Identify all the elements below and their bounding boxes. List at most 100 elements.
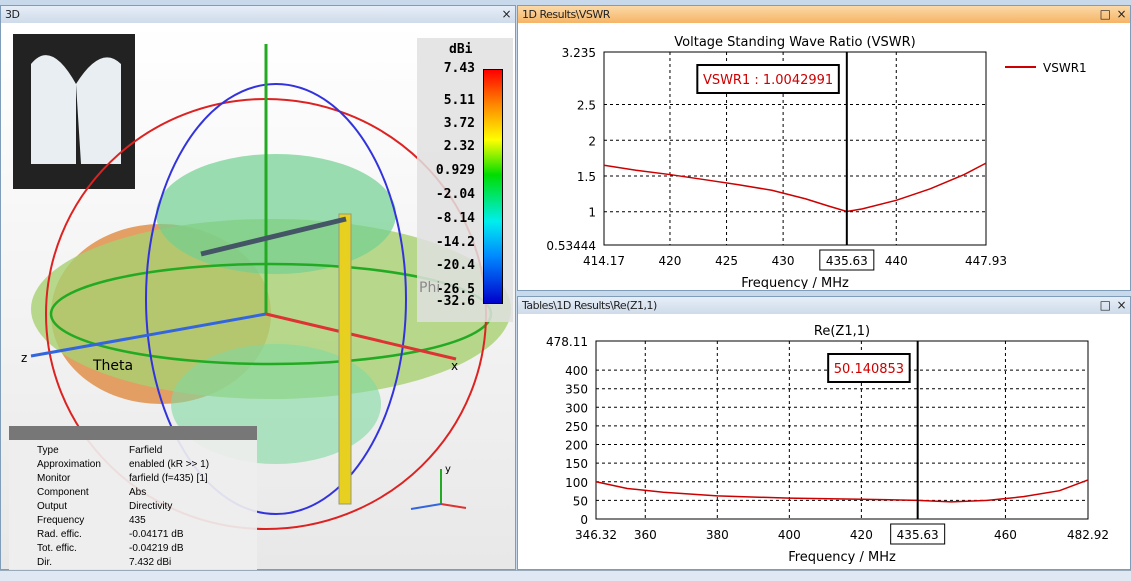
info-cell: farfield (f=435) [1] — [129, 473, 208, 484]
marker-label: 50.140853 — [834, 362, 904, 377]
farfield-info-box: Type Farfield Approximation enabled (kR >> … — [9, 426, 257, 572]
theta-label: Theta — [92, 358, 133, 374]
colorbar-tick: -20.4 — [435, 258, 475, 273]
y-tick-label: 478.11 — [546, 335, 588, 349]
info-cell: Tot. effic. — [37, 543, 77, 554]
info-cell: -0.04171 dB — [129, 529, 184, 540]
status-bar — [0, 570, 1131, 581]
panel-3d-title: 3D — [5, 8, 20, 21]
panel-3d: 3D × Theta z x y dBi 7.43 5.11 3.72 2.32 0.9… — [0, 5, 516, 572]
panel-rez-titlebar[interactable]: Tables\1D Results\Re(Z1,1) □ × — [518, 297, 1130, 314]
phi-label: Phi — [419, 280, 441, 296]
y-tick-label: 250 — [565, 420, 588, 434]
info-row: Output Directivity — [37, 500, 209, 514]
legend-label: VSWR1 — [1043, 61, 1087, 75]
z-label: z — [21, 351, 27, 365]
info-row: Frequency 435 — [37, 514, 209, 528]
info-cell: Directivity — [129, 501, 173, 512]
maximize-icon[interactable]: □ — [1100, 7, 1111, 21]
info-row: Approximation enabled (kR >> 1) — [37, 458, 209, 472]
x-tick-label: 360 — [634, 528, 657, 542]
x-tick-label: 430 — [772, 254, 795, 268]
y-tick-label: 400 — [565, 364, 588, 378]
colorbar-unit: dBi — [449, 42, 473, 57]
info-cell: Abs — [129, 487, 147, 498]
y-tick-label: 50 — [573, 494, 588, 508]
info-row: Tot. effic. -0.04219 dB — [37, 542, 209, 556]
info-row: Monitor farfield (f=435) [1] — [37, 472, 209, 486]
panel-3d-titlebar[interactable]: 3D × — [1, 6, 515, 23]
lobe-top — [156, 154, 396, 274]
y-tick-label: 1.5 — [577, 170, 596, 184]
x-tick-label: 414.17 — [583, 254, 625, 268]
chart-title: Re(Z1,1) — [814, 324, 870, 339]
x-tick-label: 400 — [778, 528, 801, 542]
3d-viewport[interactable]: Theta z x y dBi 7.43 5.11 3.72 2.32 0.929 -2.… — [1, 24, 515, 572]
y-tick-label: 300 — [565, 401, 588, 415]
info-cell: Frequency — [37, 515, 85, 526]
colorbar-gradient — [483, 69, 503, 304]
series-line-re-z1-1- — [595, 479, 1089, 503]
x-label: x — [451, 359, 458, 373]
x-tick-label: 425 — [715, 254, 738, 268]
orientation-gizmo: y — [410, 464, 467, 510]
y-tick-label: 2 — [588, 134, 596, 148]
y-tick-label: 350 — [565, 383, 588, 397]
close-icon[interactable]: × — [501, 7, 511, 21]
colorbar-tick: -2.04 — [435, 187, 475, 202]
x-tick-label: 420 — [659, 254, 682, 268]
colorbar-tick: 7.43 — [443, 61, 475, 76]
info-cell: Type — [37, 445, 59, 456]
close-icon[interactable]: × — [1116, 7, 1126, 21]
x-tick-label: 435.63 — [897, 528, 939, 542]
x-tick-label: 380 — [706, 528, 729, 542]
info-row: Rad. effic. -0.04171 dB — [37, 528, 209, 542]
rez-chart[interactable]: Re(Z1,1) 346.32 360 380 400 420 435.63 460 482.9… — [518, 314, 1130, 568]
marker-label: VSWR1 : 1.0042991 — [703, 73, 833, 88]
info-cell: 435 — [129, 515, 146, 526]
info-row: Component Abs — [37, 486, 209, 500]
info-cell: Output — [37, 501, 68, 512]
x-tick-label: 435.63 — [826, 254, 868, 268]
x-tick-label: 420 — [850, 528, 873, 542]
svg-text:y: y — [445, 464, 451, 475]
panel-rez-title: Tables\1D Results\Re(Z1,1) — [522, 299, 657, 312]
info-cell: 7.432 dBi — [129, 557, 172, 568]
x-tick-label: 460 — [994, 528, 1017, 542]
info-cell: enabled (kR >> 1) — [129, 459, 210, 470]
x-axis-label: Frequency / MHz — [788, 550, 896, 565]
y-tick-label: 2.5 — [577, 99, 596, 113]
colorbar-tick: -8.14 — [435, 211, 475, 226]
panel-rez: Tables\1D Results\Re(Z1,1) □ × Re(Z1,1) 34… — [517, 296, 1131, 570]
chart-title: Voltage Standing Wave Ratio (VSWR) — [674, 35, 915, 50]
x-tick-label: 447.93 — [965, 254, 1007, 268]
y-tick-label: 0 — [580, 513, 588, 527]
panel-vswr: 1D Results\VSWR □ × Voltage Standing Wave… — [517, 5, 1131, 291]
colorbar-tick: 5.11 — [443, 93, 475, 108]
info-cell: Approximation — [37, 459, 101, 470]
colorbar-tick: 3.72 — [443, 116, 475, 131]
y-tick-label: 200 — [565, 439, 588, 453]
y-tick-label: 100 — [565, 476, 588, 490]
x-tick-label: 482.92 — [1067, 528, 1109, 542]
info-row: Dir. 7.432 dBi — [37, 556, 209, 570]
y-tick-label: 1 — [588, 206, 596, 220]
x-axis-label: Frequency / MHz — [741, 276, 849, 289]
panel-vswr-titlebar[interactable]: 1D Results\VSWR □ × — [518, 6, 1130, 23]
series-line-vswr1 — [603, 162, 987, 213]
info-cell: Dir. — [37, 557, 52, 568]
info-cell: Monitor — [37, 473, 71, 484]
maximize-icon[interactable]: □ — [1100, 298, 1111, 312]
colorbar-tick: -32.6 — [435, 294, 475, 309]
x-tick-label: 346.32 — [575, 528, 617, 542]
info-cell: -0.04219 dB — [129, 543, 184, 554]
panel-vswr-title: 1D Results\VSWR — [522, 8, 610, 21]
y-tick-label: 0.53444 — [546, 239, 596, 253]
info-cell: Farfield — [129, 445, 163, 456]
info-cell: Rad. effic. — [37, 529, 82, 540]
colorbar-tick: -14.2 — [435, 235, 475, 250]
colorbar-tick: 2.32 — [443, 139, 475, 154]
colorbar-tick: 0.929 — [435, 163, 475, 178]
vswr-chart[interactable]: Voltage Standing Wave Ratio (VSWR) 414.17… — [518, 23, 1130, 291]
close-icon[interactable]: × — [1116, 298, 1126, 312]
